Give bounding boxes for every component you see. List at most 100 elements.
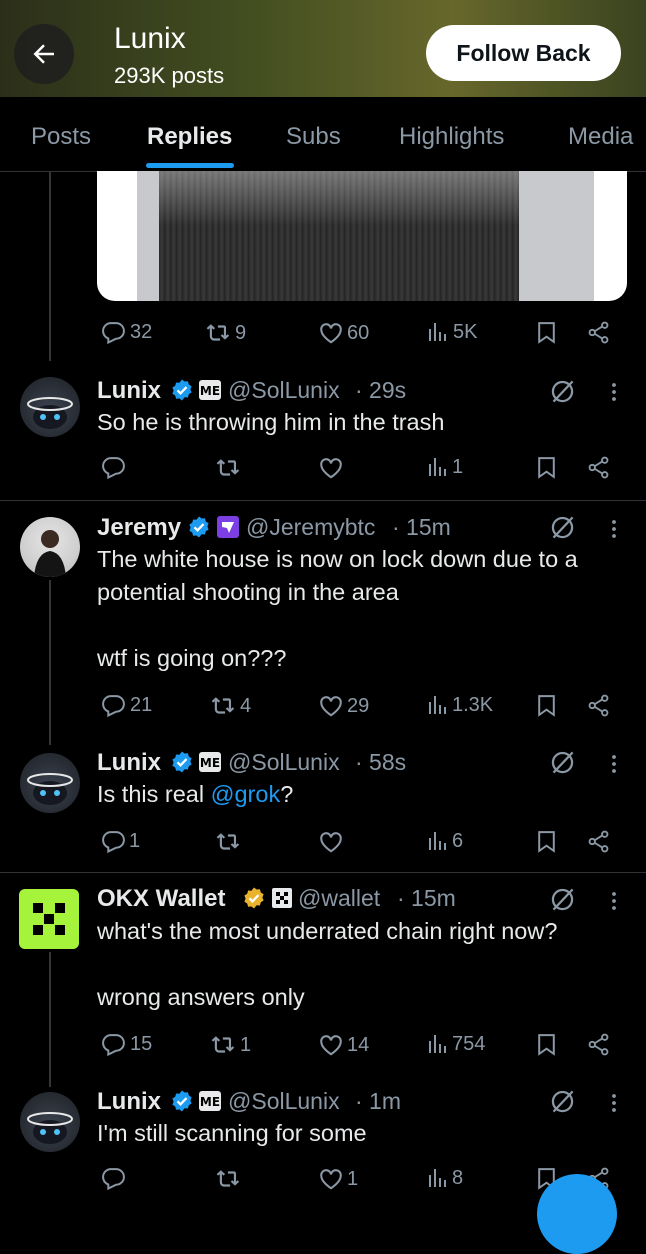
bookmark-button[interactable]: [534, 455, 559, 480]
post-time[interactable]: · 58s: [355, 749, 406, 776]
views-button[interactable]: 1: [425, 455, 463, 479]
tab-replies[interactable]: Replies: [147, 123, 232, 151]
author-handle[interactable]: @wallet: [298, 885, 380, 912]
bookmark-button[interactable]: [534, 1032, 559, 1057]
bookmark-button[interactable]: [534, 829, 559, 854]
grok-icon[interactable]: [549, 1088, 576, 1115]
post-text: The white house is now on lock down due …: [97, 546, 578, 671]
views-button[interactable]: 6: [425, 829, 463, 853]
heart-icon: [318, 1032, 344, 1058]
svg-text:ME: ME: [200, 1095, 220, 1109]
back-button[interactable]: [14, 24, 74, 84]
post-time[interactable]: · 29s: [355, 377, 406, 404]
share-button[interactable]: [586, 693, 611, 718]
more-options-icon[interactable]: [602, 751, 626, 777]
avatar[interactable]: [19, 889, 79, 949]
avatar-image: [27, 773, 73, 805]
avatar[interactable]: [20, 517, 80, 577]
repost-button[interactable]: [215, 455, 243, 481]
grok-icon[interactable]: [549, 514, 576, 541]
avatar[interactable]: [20, 753, 80, 813]
like-button[interactable]: 60: [318, 320, 369, 346]
repost-button[interactable]: [215, 829, 243, 855]
views-button[interactable]: 8: [425, 1166, 463, 1190]
post-media[interactable]: [97, 171, 627, 301]
like-button[interactable]: [318, 829, 344, 855]
thread-line: [49, 580, 51, 745]
reply-button[interactable]: 21: [101, 693, 152, 718]
repost-icon: [210, 693, 238, 719]
post-time[interactable]: · 15m: [397, 885, 456, 912]
author-handle[interactable]: @SolLunix: [228, 377, 340, 404]
tab-posts[interactable]: Posts: [31, 123, 91, 151]
more-options-icon[interactable]: [602, 516, 626, 542]
views-button[interactable]: 1.3K: [425, 693, 493, 717]
grok-icon[interactable]: [549, 749, 576, 776]
like-button[interactable]: 1: [318, 1166, 358, 1192]
reply-button[interactable]: 32: [101, 320, 152, 345]
reply-button[interactable]: 1: [101, 829, 140, 854]
verified-badge-icon: [170, 750, 194, 774]
like-button[interactable]: 29: [318, 693, 369, 719]
repost-button[interactable]: [215, 1166, 243, 1192]
author-handle[interactable]: @SolLunix: [228, 1088, 340, 1115]
repost-button[interactable]: 4: [210, 693, 251, 719]
compose-button[interactable]: [537, 1174, 617, 1254]
more-options-icon[interactable]: [602, 1090, 626, 1116]
reply-icon: [101, 455, 126, 480]
tab-highlights[interactable]: Highlights: [399, 123, 504, 151]
reply-icon: [101, 320, 126, 345]
post-time[interactable]: · 1m: [355, 1088, 401, 1115]
reply-button[interactable]: [101, 1166, 126, 1191]
verified-gold-badge-icon: [242, 886, 266, 910]
mention-link[interactable]: @grok: [211, 781, 281, 807]
views-icon: [425, 829, 449, 853]
share-button[interactable]: [586, 1032, 611, 1057]
reply-icon: [101, 1166, 126, 1191]
follow-back-button[interactable]: Follow Back: [426, 25, 621, 81]
views-icon: [425, 320, 449, 344]
post-text: Is this real @grok?: [97, 778, 627, 811]
like-count: 60: [347, 321, 370, 344]
views-count: 5K: [453, 320, 478, 343]
views-button[interactable]: 5K: [425, 320, 477, 344]
author-name[interactable]: Jeremy: [97, 514, 181, 542]
share-icon: [586, 455, 611, 480]
reply-count: 1: [129, 830, 141, 852]
share-button[interactable]: [586, 455, 611, 480]
bookmark-button[interactable]: [534, 320, 559, 345]
post-time[interactable]: · 15m: [392, 514, 451, 541]
reply-button[interactable]: [101, 455, 126, 480]
share-button[interactable]: [586, 320, 611, 345]
post-text: what's the most underrated chain right n…: [97, 918, 558, 1010]
affiliate-badge-icon: [272, 888, 292, 908]
tab-media[interactable]: Media: [568, 123, 633, 151]
avatar[interactable]: [20, 1092, 80, 1152]
author-handle[interactable]: @Jeremybtc: [246, 514, 375, 541]
grok-icon[interactable]: [549, 378, 576, 405]
bookmark-icon: [534, 455, 559, 480]
author-name[interactable]: Lunix: [97, 377, 161, 405]
post-text: I'm still scanning for some: [97, 1120, 367, 1146]
views-button[interactable]: 754: [425, 1032, 485, 1056]
post-text-prefix: Is this real: [97, 781, 211, 807]
grok-icon[interactable]: [549, 886, 576, 913]
repost-button[interactable]: 9: [205, 320, 246, 346]
reply-button[interactable]: 15: [101, 1032, 152, 1057]
heart-icon: [318, 320, 344, 346]
author-name[interactable]: OKX Wallet: [97, 885, 225, 913]
affiliate-badge-icon: ME: [199, 380, 221, 400]
share-button[interactable]: [586, 829, 611, 854]
like-button[interactable]: 14: [318, 1032, 369, 1058]
like-button[interactable]: [318, 455, 344, 481]
more-options-icon[interactable]: [602, 888, 626, 914]
repost-button[interactable]: 1: [210, 1032, 251, 1058]
tab-subs[interactable]: Subs: [286, 123, 341, 151]
avatar[interactable]: [20, 377, 80, 437]
author-handle[interactable]: @SolLunix: [228, 749, 340, 776]
author-name[interactable]: Lunix: [97, 749, 161, 777]
bookmark-button[interactable]: [534, 693, 559, 718]
author-name[interactable]: Lunix: [97, 1088, 161, 1116]
post-count: 293K posts: [114, 63, 225, 88]
more-options-icon[interactable]: [602, 379, 626, 405]
